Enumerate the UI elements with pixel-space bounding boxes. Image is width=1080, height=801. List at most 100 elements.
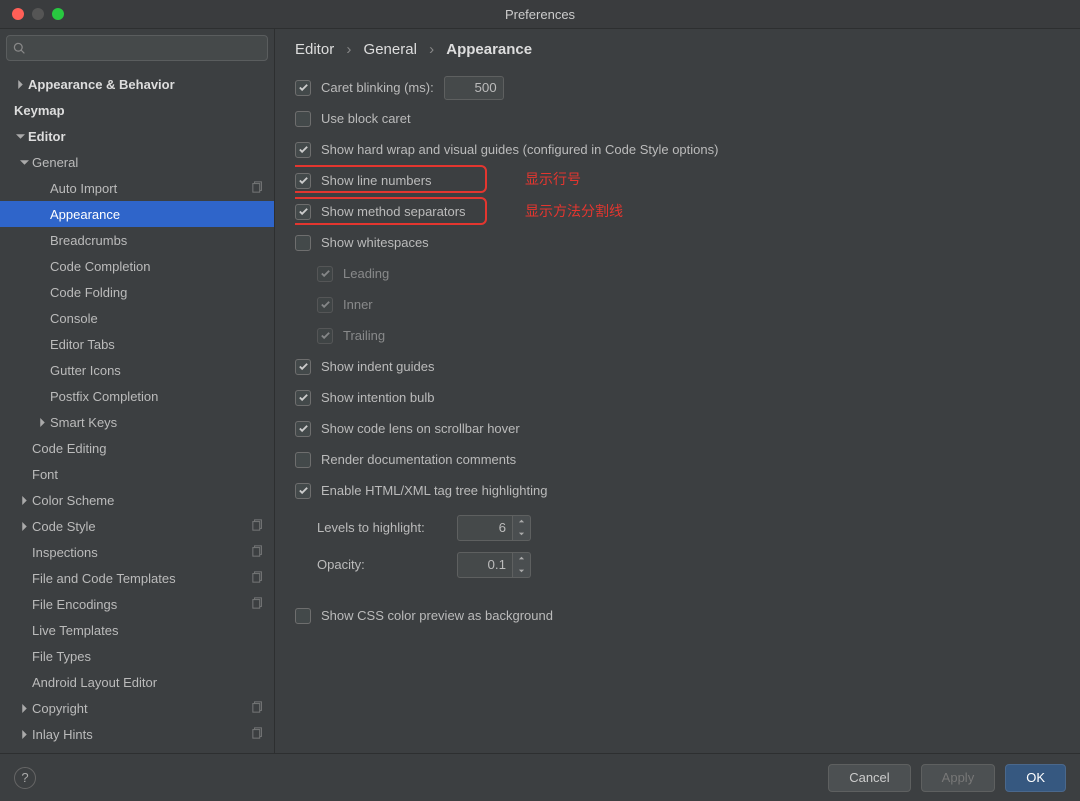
tree-item-smart-keys[interactable]: Smart Keys [0, 409, 274, 435]
scope-icon [252, 597, 264, 612]
close-window-icon[interactable] [12, 8, 24, 20]
css-preview-label: Show CSS color preview as background [321, 608, 553, 623]
opacity-stepper[interactable] [513, 552, 531, 578]
search-icon [13, 42, 26, 55]
tree-item-label: Smart Keys [50, 415, 274, 430]
tree-item-code-style[interactable]: Code Style [0, 513, 274, 539]
tree-item-live-templates[interactable]: Live Templates [0, 617, 274, 643]
minimize-window-icon[interactable] [32, 8, 44, 20]
chevron-right-icon: › [429, 41, 434, 58]
html-tag-tree-checkbox[interactable] [295, 483, 311, 499]
tree-item-inlay-hints[interactable]: Inlay Hints [0, 721, 274, 747]
tree-item-label: Live Templates [32, 623, 274, 638]
tree-item-code-completion[interactable]: Code Completion [0, 253, 274, 279]
tree-item-appearance-behavior[interactable]: Appearance & Behavior [0, 71, 274, 97]
levels-input[interactable] [457, 515, 513, 541]
tree-item-font[interactable]: Font [0, 461, 274, 487]
tree-item-appearance[interactable]: Appearance [0, 201, 274, 227]
tree-item-keymap[interactable]: Keymap [0, 97, 274, 123]
tree-item-auto-import[interactable]: Auto Import [0, 175, 274, 201]
inner-checkbox [317, 297, 333, 313]
chevron-down-icon[interactable] [513, 565, 530, 577]
breadcrumb-0[interactable]: Editor [295, 41, 334, 58]
indent-guides-label: Show indent guides [321, 359, 434, 374]
chevron-right-icon[interactable] [16, 730, 32, 739]
whitespaces-label: Show whitespaces [321, 235, 429, 250]
line-numbers-checkbox[interactable] [295, 173, 311, 189]
breadcrumb: Editor › General › Appearance [295, 41, 1060, 58]
tree-item-inspections[interactable]: Inspections [0, 539, 274, 565]
hard-wrap-checkbox[interactable] [295, 142, 311, 158]
chevron-up-icon[interactable] [513, 516, 530, 528]
breadcrumb-1[interactable]: General [364, 41, 417, 58]
html-tag-tree-label: Enable HTML/XML tag tree highlighting [321, 483, 547, 498]
render-doc-checkbox[interactable] [295, 452, 311, 468]
tree-item-code-folding[interactable]: Code Folding [0, 279, 274, 305]
content-pane: Editor › General › Appearance Caret blin… [275, 29, 1080, 753]
intention-bulb-checkbox[interactable] [295, 390, 311, 406]
search-input[interactable] [6, 35, 268, 61]
tree-item-label: Appearance & Behavior [28, 77, 274, 92]
tree-item-breadcrumbs[interactable]: Breadcrumbs [0, 227, 274, 253]
tree-item-file-encodings[interactable]: File Encodings [0, 591, 274, 617]
tree-item-label: Code Editing [32, 441, 274, 456]
caret-blinking-label: Caret blinking (ms): [321, 80, 434, 95]
breadcrumb-2: Appearance [446, 41, 532, 58]
use-block-caret-checkbox[interactable] [295, 111, 311, 127]
caret-blinking-input[interactable] [444, 76, 504, 100]
tree-item-postfix-completion[interactable]: Postfix Completion [0, 383, 274, 409]
tree-item-editor-tabs[interactable]: Editor Tabs [0, 331, 274, 357]
tree-item-color-scheme[interactable]: Color Scheme [0, 487, 274, 513]
tree-item-label: File Encodings [32, 597, 252, 612]
tree-item-label: Postfix Completion [50, 389, 274, 404]
chevron-up-icon[interactable] [513, 553, 530, 565]
levels-stepper[interactable] [513, 515, 531, 541]
tree-item-file-and-code-templates[interactable]: File and Code Templates [0, 565, 274, 591]
whitespaces-checkbox[interactable] [295, 235, 311, 251]
scope-icon [252, 545, 264, 560]
tree-item-label: Copyright [32, 701, 252, 716]
trailing-label: Trailing [343, 328, 385, 343]
chevron-down-icon[interactable] [513, 528, 530, 540]
scope-icon [252, 519, 264, 534]
tree-item-label: Editor [28, 129, 274, 144]
css-preview-checkbox[interactable] [295, 608, 311, 624]
chevron-right-icon[interactable] [12, 80, 28, 89]
caret-blinking-checkbox[interactable] [295, 80, 311, 96]
tree-item-copyright[interactable]: Copyright [0, 695, 274, 721]
apply-button[interactable]: Apply [921, 764, 996, 792]
tree-item-label: Color Scheme [32, 493, 274, 508]
help-button[interactable]: ? [14, 767, 36, 789]
maximize-window-icon[interactable] [52, 8, 64, 20]
tree-item-label: Inspections [32, 545, 252, 560]
chevron-right-icon[interactable] [16, 496, 32, 505]
scope-icon [252, 727, 264, 742]
tree-item-label: Auto Import [50, 181, 252, 196]
tree-item-editor[interactable]: Editor [0, 123, 274, 149]
tree-item-label: Console [50, 311, 274, 326]
tree-item-file-types[interactable]: File Types [0, 643, 274, 669]
cancel-button[interactable]: Cancel [828, 764, 910, 792]
annotation-line-numbers: 显示行号 [525, 169, 581, 189]
tree-item-android-layout-editor[interactable]: Android Layout Editor [0, 669, 274, 695]
tree-item-gutter-icons[interactable]: Gutter Icons [0, 357, 274, 383]
chevron-right-icon[interactable] [34, 418, 50, 427]
opacity-input[interactable] [457, 552, 513, 578]
indent-guides-checkbox[interactable] [295, 359, 311, 375]
hard-wrap-label: Show hard wrap and visual guides (config… [321, 142, 718, 157]
chevron-down-icon[interactable] [12, 132, 28, 141]
chevron-right-icon[interactable] [16, 704, 32, 713]
tree-item-general[interactable]: General [0, 149, 274, 175]
levels-label: Levels to highlight: [317, 520, 447, 535]
ok-button[interactable]: OK [1005, 764, 1066, 792]
tree-item-console[interactable]: Console [0, 305, 274, 331]
method-separators-checkbox[interactable] [295, 204, 311, 220]
inner-label: Inner [343, 297, 373, 312]
chevron-down-icon[interactable] [16, 158, 32, 167]
opacity-label: Opacity: [317, 557, 447, 572]
code-lens-checkbox[interactable] [295, 421, 311, 437]
window-title: Preferences [505, 7, 575, 22]
chevron-right-icon[interactable] [16, 522, 32, 531]
tree-item-code-editing[interactable]: Code Editing [0, 435, 274, 461]
tree-item-label: General [32, 155, 274, 170]
